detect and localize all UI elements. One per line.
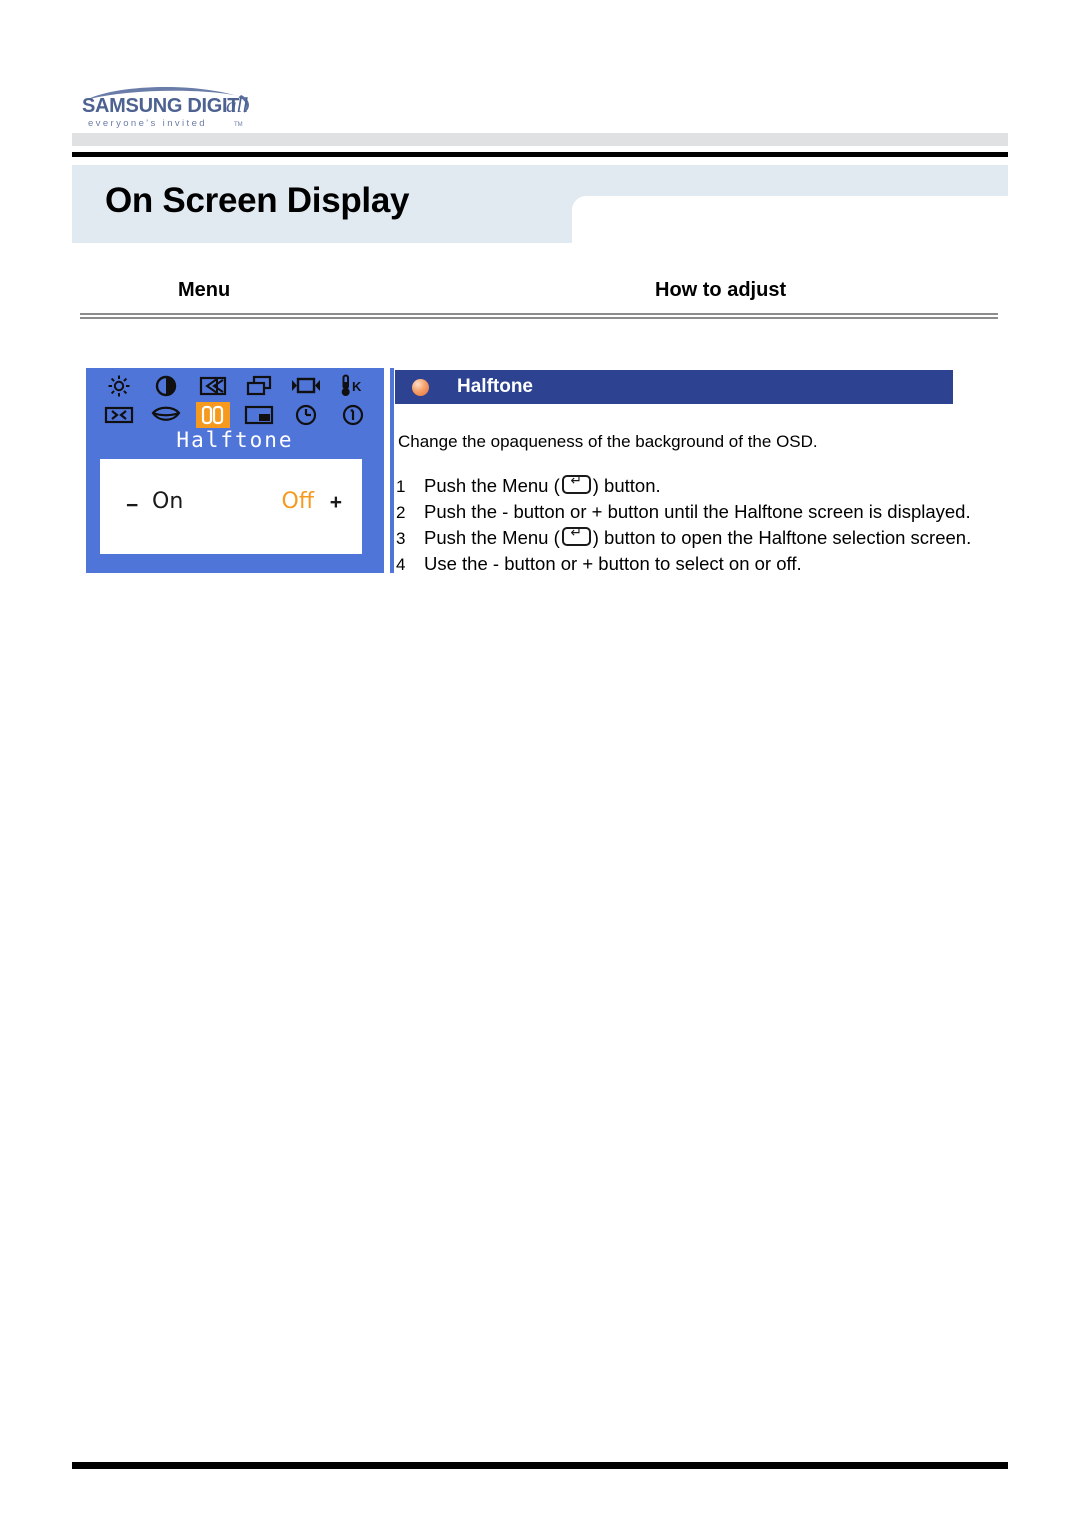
osd-selected-label: Halftone: [176, 428, 294, 452]
osd-menu-graphic: K Halftone − On Off +: [86, 368, 384, 573]
svg-text:everyone's invited: everyone's invited: [88, 118, 207, 129]
header-black-rule: [72, 152, 1008, 157]
step-text-pre: Push the Menu (: [424, 475, 560, 496]
bullet-icon: [412, 378, 429, 396]
header-grey-bar: [72, 133, 1008, 146]
step-text-pre: Push the Menu (: [424, 527, 560, 548]
step-text: Push the Menu ( ) button to open the Half…: [424, 525, 1026, 549]
list-item: 1 Push the Menu ( ) button.: [396, 473, 1026, 501]
list-item: 4 Use the - button or + button to select…: [396, 553, 1026, 579]
halftone-icon: [195, 402, 230, 428]
color-temperature-icon: K: [336, 373, 370, 399]
osd-option-off: Off: [281, 489, 314, 514]
osd-position-icon: [242, 402, 276, 428]
footer-black-rule: [72, 1462, 1008, 1469]
trapezoid-icon: [149, 402, 183, 428]
halftone-section-title: Halftone: [457, 376, 533, 397]
list-item: 2 Push the - button or + button until th…: [396, 501, 1026, 527]
step-text: Use the - button or + button to select o…: [424, 553, 802, 574]
h-position-icon: [196, 373, 230, 399]
pincushion-icon: [102, 402, 136, 428]
osd-plus-sign: +: [329, 491, 342, 514]
svg-text:TM: TM: [234, 122, 243, 128]
step-text: Push the Menu ( ) button.: [424, 473, 1026, 497]
halftone-steps-list: 1 Push the Menu ( ) button. 2 Push the - …: [396, 473, 1026, 579]
menu-button-icon: [561, 473, 591, 494]
osd-icon-row-1: K: [102, 372, 370, 400]
svg-text:K: K: [352, 379, 362, 394]
osd-value-box: − On Off +: [100, 459, 362, 554]
column-header-divider: [80, 313, 998, 320]
step-number: 3: [396, 529, 406, 548]
timer-icon: [289, 402, 323, 428]
osd-icon-row-2: [102, 401, 370, 429]
list-item: 3 Push the Menu ( ) button to open the Ha…: [396, 525, 1026, 553]
osd-minus-sign: −: [126, 494, 139, 517]
step-text-post: ) button.: [592, 475, 661, 496]
step-number: 1: [396, 477, 406, 496]
svg-text:SAMSUNG DIGIT: SAMSUNG DIGIT: [82, 95, 239, 117]
halftone-description: Change the opaqueness of the background …: [398, 432, 818, 451]
step-number: 2: [396, 503, 406, 522]
information-icon: [336, 402, 370, 428]
svg-text:all: all: [226, 93, 248, 117]
step-text-post: ) button to open the Halftone selection …: [592, 527, 972, 548]
right-column-rail: [390, 368, 394, 573]
halftone-section-header: Halftone: [395, 370, 953, 404]
title-band-notch: [572, 196, 1008, 243]
samsung-digitall-logo: SAMSUNG DIGIT all everyone's invited TM: [78, 78, 258, 130]
h-size-icon: [289, 373, 323, 399]
column-header-how-to-adjust: How to adjust: [655, 279, 787, 301]
contrast-icon: [149, 373, 183, 399]
menu-button-icon: [561, 525, 591, 546]
brightness-icon: [102, 373, 136, 399]
osd-option-on: On: [152, 489, 184, 514]
v-size-icon: [242, 373, 276, 399]
column-header-menu: Menu: [178, 279, 231, 301]
step-text: Push the - button or + button until the …: [424, 501, 971, 522]
page-title: On Screen Display: [105, 181, 410, 220]
osd-icon-grid: K: [102, 372, 370, 430]
step-number: 4: [396, 555, 406, 574]
